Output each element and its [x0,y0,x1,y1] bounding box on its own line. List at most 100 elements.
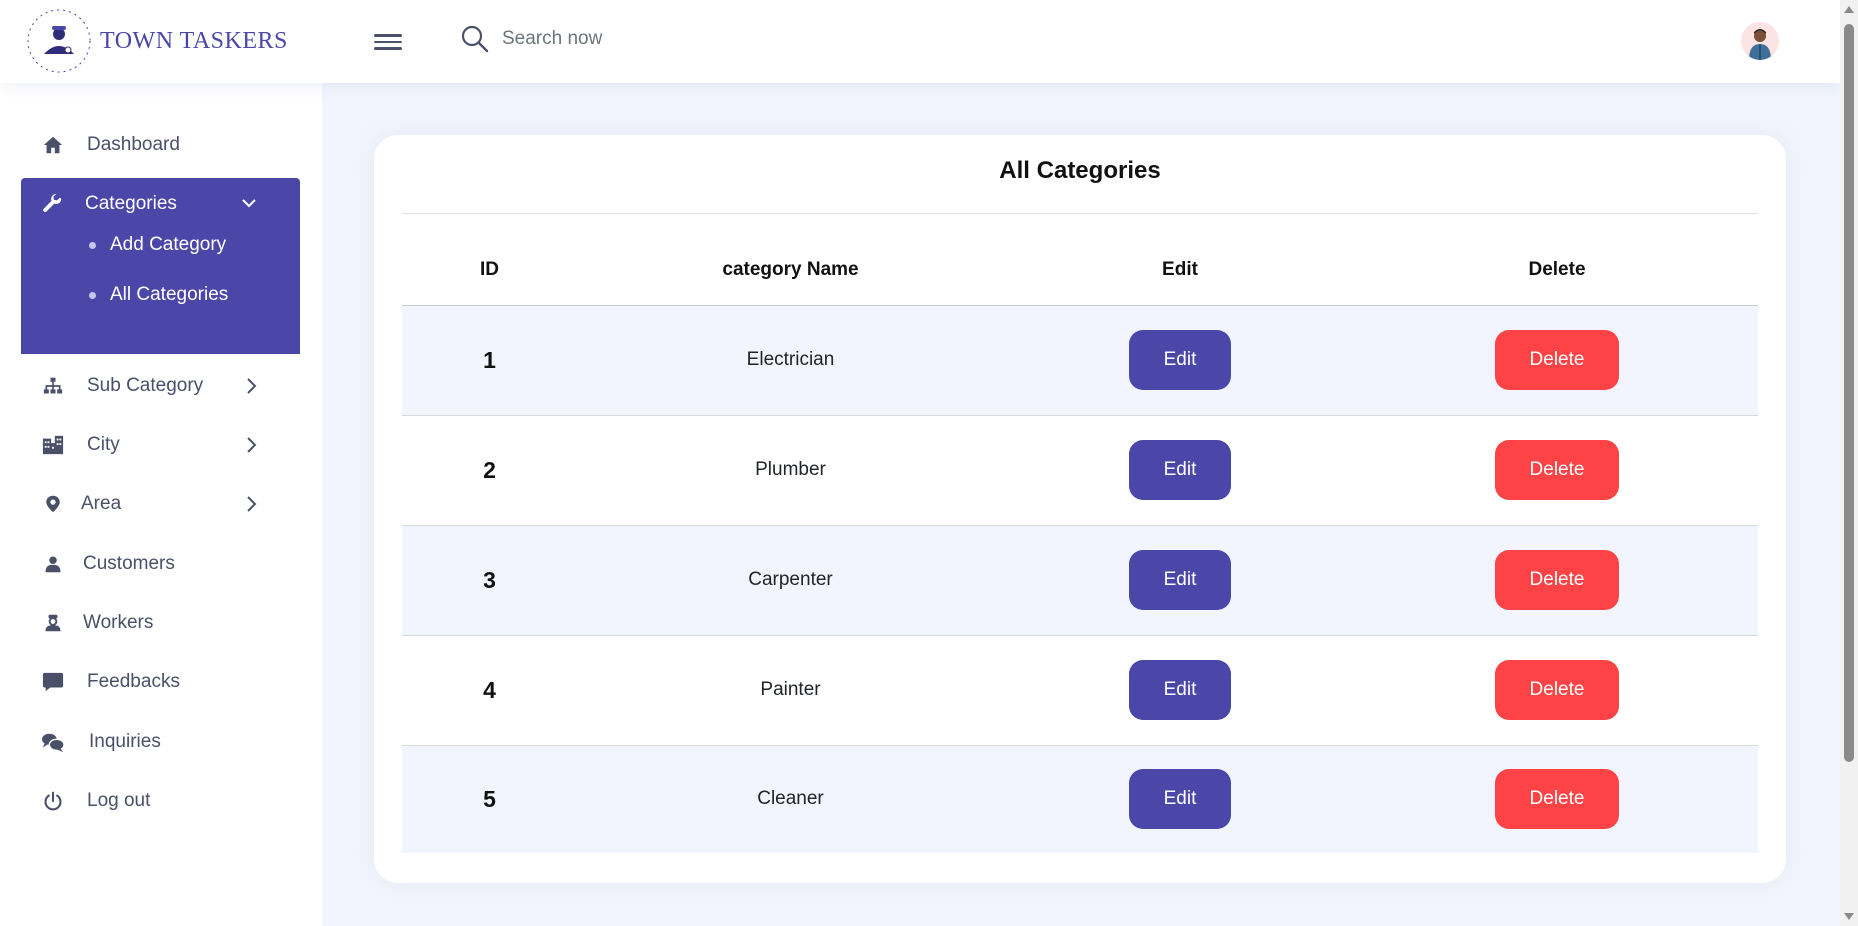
categories-table: ID category Name Edit Delete 1 Electrici… [402,235,1758,853]
sidebar-subitem-label: Add Category [110,234,227,255]
sidebar-item-sub-category[interactable]: Sub Category [21,360,300,412]
chevron-down-icon [242,199,256,208]
logo-seal-icon [27,9,91,73]
row-edit-cell: Edit [1004,525,1356,636]
power-icon [41,789,65,813]
sidebar-item-label: Inquiries [89,731,161,752]
row-delete-cell: Delete [1356,745,1758,853]
edit-button[interactable]: Edit [1129,660,1231,720]
row-edit-cell: Edit [1004,305,1356,416]
sidebar-subitem-add-category[interactable]: Add Category [89,230,226,260]
brand-logo[interactable]: TOWN TASKERS [26,8,288,74]
avatar[interactable] [1741,22,1779,60]
home-icon [41,133,65,157]
sidebar-subitem-label: All Categories [110,284,229,305]
row-delete-cell: Delete [1356,305,1758,416]
table-row: 4 Painter Edit Delete [402,635,1758,746]
table-row: 1 Electrician Edit Delete [402,305,1758,416]
column-header-edit: Edit [1004,235,1356,306]
brand-name: TOWN TASKERS [100,27,288,54]
map-pin-icon [41,492,65,516]
row-edit-cell: Edit [1004,745,1356,853]
sidebar-item-categories[interactable]: Categories [21,178,300,230]
delete-button[interactable]: Delete [1495,440,1619,500]
table-row: 3 Carpenter Edit Delete [402,525,1758,636]
sidebar-item-label: Feedbacks [87,671,180,692]
menu-toggle-icon[interactable] [374,30,402,54]
sidebar-item-dashboard[interactable]: Dashboard [21,119,300,171]
row-id: 1 [402,305,577,416]
delete-button[interactable]: Delete [1495,330,1619,390]
worker-icon [41,611,65,635]
user-avatar-icon [1741,22,1779,60]
page-scrollbar[interactable] [1840,0,1858,926]
sidebar-item-area[interactable]: Area [21,478,300,530]
row-edit-cell: Edit [1004,415,1356,526]
sidebar-item-label: Sub Category [87,375,204,396]
column-header-name: category Name [577,235,1004,306]
sidebar-item-logout[interactable]: Log out [21,775,300,827]
sidebar-item-label: Categories [85,193,177,214]
scroll-thumb[interactable] [1844,24,1854,762]
delete-button[interactable]: Delete [1495,550,1619,610]
search-icon[interactable] [460,24,490,54]
delete-button[interactable]: Delete [1495,660,1619,720]
row-id: 4 [402,635,577,746]
scroll-up-arrow-icon[interactable] [1844,6,1854,13]
table-header-row: ID category Name Edit Delete [402,235,1758,306]
comment-icon [41,670,65,694]
row-id: 5 [483,785,496,812]
edit-button[interactable]: Edit [1129,550,1231,610]
column-header-delete: Delete [1356,235,1758,306]
chevron-right-icon [247,437,257,453]
bullet-icon [89,291,96,299]
user-icon [41,552,65,576]
sidebar-item-label: City [87,434,120,455]
top-header: TOWN TASKERS [0,0,1840,83]
row-id: 2 [402,415,577,526]
title-divider [402,213,1758,214]
comments-icon [41,730,65,754]
chevron-right-icon [247,378,257,394]
bullet-icon [89,241,96,249]
sidebar-subitem-all-categories[interactable]: All Categories [89,280,228,310]
row-category-name: Cleaner [757,788,824,810]
row-delete-cell: Delete [1356,525,1758,636]
delete-button[interactable]: Delete [1495,769,1619,830]
wrench-icon [41,192,65,216]
city-icon [41,433,65,457]
search-input[interactable] [502,28,802,50]
row-category-name: Electrician [577,305,1004,416]
edit-button[interactable]: Edit [1129,440,1231,500]
table-row: 5 Cleaner Edit Delete [402,745,1758,853]
row-category-name: Plumber [577,415,1004,526]
edit-button[interactable]: Edit [1129,330,1231,390]
page-title: All Categories [999,157,1161,184]
sidebar-item-inquiries[interactable]: Inquiries [21,716,300,768]
sidebar: Dashboard Categories Add Category All Ca… [0,83,322,926]
categories-card: All Categories ID category Name Edit Del… [374,135,1786,883]
sidebar-item-label: Dashboard [87,134,180,155]
sidebar-item-label: Workers [83,612,154,633]
scroll-down-arrow-icon[interactable] [1844,913,1854,920]
sidebar-item-label: Customers [83,553,175,574]
table-row: 2 Plumber Edit Delete [402,415,1758,526]
row-edit-cell: Edit [1004,635,1356,746]
sidebar-item-feedbacks[interactable]: Feedbacks [21,656,300,708]
sitemap-icon [41,374,65,398]
sidebar-item-city[interactable]: City [21,419,300,471]
column-header-id: ID [402,235,577,306]
sidebar-item-customers[interactable]: Customers [21,538,300,590]
search-bar [460,24,802,54]
sidebar-categories-expanded: Categories Add Category All Categories [21,178,300,354]
edit-button[interactable]: Edit [1129,769,1231,830]
chevron-right-icon [247,496,257,512]
row-delete-cell: Delete [1356,635,1758,746]
row-id: 3 [402,525,577,636]
sidebar-item-label: Area [81,493,122,514]
sidebar-item-label: Log out [87,790,151,811]
row-category-name: Painter [577,635,1004,746]
sidebar-item-workers[interactable]: Workers [21,597,300,649]
row-delete-cell: Delete [1356,415,1758,526]
row-category-name: Carpenter [577,525,1004,636]
